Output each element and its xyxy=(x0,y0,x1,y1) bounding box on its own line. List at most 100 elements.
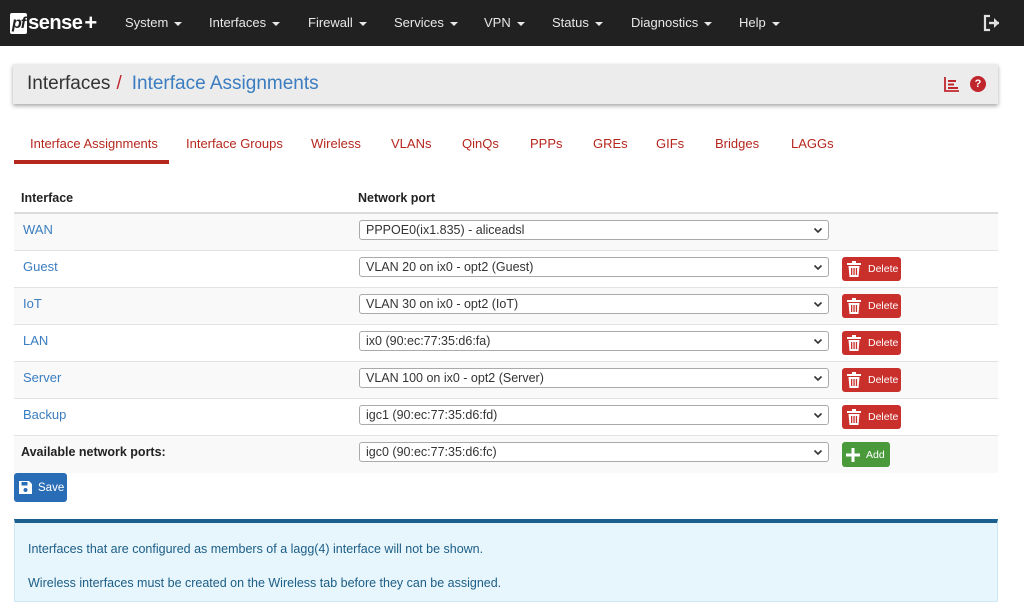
interface-link-lan[interactable]: LAN xyxy=(23,333,48,348)
delete-button-lan[interactable]: Delete xyxy=(842,331,901,355)
table-row-iot: IoT VLAN 30 on ix0 - opt2 (IoT) Delete xyxy=(14,288,998,325)
nav-services[interactable]: Services xyxy=(394,0,458,46)
logo-pf: pf xyxy=(10,12,28,34)
caret-down-icon xyxy=(594,21,603,26)
chevron-down-icon xyxy=(813,338,823,345)
network-port-select-server[interactable]: VLAN 100 on ix0 - opt2 (Server) xyxy=(359,368,829,388)
delete-button-guest[interactable]: Delete xyxy=(842,257,901,281)
trash-icon xyxy=(847,335,861,351)
column-header-network-port: Network port xyxy=(358,191,436,205)
nav-vpn[interactable]: VPN xyxy=(484,0,525,46)
nav-status-label: Status xyxy=(552,15,589,30)
chevron-down-icon xyxy=(813,375,823,382)
interface-link-wan[interactable]: WAN xyxy=(23,222,53,237)
caret-down-icon xyxy=(358,21,367,26)
add-button[interactable]: Add xyxy=(842,442,890,467)
delete-button-label: Delete xyxy=(868,337,899,349)
trash-icon xyxy=(847,298,861,314)
caret-down-icon xyxy=(174,21,183,26)
save-button[interactable]: Save xyxy=(14,473,67,502)
interface-link-guest[interactable]: Guest xyxy=(23,259,58,274)
network-port-select-guest[interactable]: VLAN 20 on ix0 - opt2 (Guest) xyxy=(359,257,829,277)
delete-button-label: Delete xyxy=(868,411,899,423)
caret-down-icon xyxy=(449,21,458,26)
info-line-lagg: Interfaces that are configured as member… xyxy=(28,542,484,556)
tab-qinqs[interactable]: QinQs xyxy=(462,136,499,151)
caret-down-icon xyxy=(771,21,780,26)
nav-firewall[interactable]: Firewall xyxy=(308,0,367,46)
breadcrumb-interfaces[interactable]: Interfaces xyxy=(27,73,110,95)
chevron-down-icon xyxy=(813,412,823,419)
caret-down-icon xyxy=(704,21,713,26)
selected-port-value: VLAN 20 on ix0 - opt2 (Guest) xyxy=(366,260,534,274)
active-tab-indicator xyxy=(14,160,169,164)
info-line-wireless: Wireless interfaces must be created on t… xyxy=(28,576,502,590)
floppy-disk-icon xyxy=(19,481,32,494)
caret-down-icon xyxy=(272,21,281,26)
nav-help[interactable]: Help xyxy=(739,0,780,46)
nav-interfaces[interactable]: Interfaces xyxy=(209,0,281,46)
plus-icon xyxy=(846,447,860,462)
network-port-select-lan[interactable]: ix0 (90:ec:77:35:d6:fa) xyxy=(359,331,829,351)
selected-port-value: ix0 (90:ec:77:35:d6:fa) xyxy=(366,334,491,348)
caret-down-icon xyxy=(516,21,525,26)
top-navbar: pf sense + System Interfaces Firewall Se… xyxy=(0,0,1024,46)
nav-diagnostics-label: Diagnostics xyxy=(631,15,699,30)
logo-sense: sense xyxy=(28,11,83,34)
available-port-select[interactable]: igc0 (90:ec:77:35:d6:fc) xyxy=(359,442,829,462)
chevron-down-icon xyxy=(813,301,823,308)
selected-port-value: igc1 (90:ec:77:35:d6:fd) xyxy=(366,408,498,422)
delete-button-server[interactable]: Delete xyxy=(842,368,901,392)
table-row-available-ports: Available network ports: igc0 (90:ec:77:… xyxy=(14,436,998,473)
network-port-select-wan[interactable]: PPPOE0(ix1.835) - aliceadsl xyxy=(359,220,829,240)
delete-button-backup[interactable]: Delete xyxy=(842,405,901,429)
network-port-select-backup[interactable]: igc1 (90:ec:77:35:d6:fd) xyxy=(359,405,829,425)
column-header-interface: Interface xyxy=(21,191,74,205)
header-icons: ? xyxy=(944,76,986,92)
table-row-lan: LAN ix0 (90:ec:77:35:d6:fa) Delete xyxy=(14,325,998,362)
chevron-down-icon xyxy=(813,264,823,271)
selected-port-value: PPPOE0(ix1.835) - aliceadsl xyxy=(366,223,525,237)
chevron-down-icon xyxy=(813,449,823,456)
delete-button-label: Delete xyxy=(868,263,899,275)
nav-interfaces-label: Interfaces xyxy=(209,15,267,30)
nav-services-label: Services xyxy=(394,15,444,30)
tab-interface-assignments[interactable]: Interface Assignments xyxy=(30,136,158,151)
nav-diagnostics[interactable]: Diagnostics xyxy=(631,0,713,46)
table-row-server: Server VLAN 100 on ix0 - opt2 (Server) D… xyxy=(14,362,998,399)
tab-gres[interactable]: GREs xyxy=(593,136,628,151)
interface-link-backup[interactable]: Backup xyxy=(23,407,66,422)
trash-icon xyxy=(847,409,861,425)
nav-vpn-label: VPN xyxy=(484,15,511,30)
delete-button-iot[interactable]: Delete xyxy=(842,294,901,318)
table-row-guest: Guest VLAN 20 on ix0 - opt2 (Guest) Dele… xyxy=(14,251,998,288)
nav-firewall-label: Firewall xyxy=(308,15,353,30)
selected-port-value: VLAN 100 on ix0 - opt2 (Server) xyxy=(366,371,544,385)
delete-button-label: Delete xyxy=(868,300,899,312)
status-chart-icon[interactable] xyxy=(944,76,960,92)
nav-system[interactable]: System xyxy=(125,0,183,46)
tab-interface-groups[interactable]: Interface Groups xyxy=(186,136,283,151)
selected-port-value: VLAN 30 on ix0 - opt2 (IoT) xyxy=(366,297,519,311)
tab-gifs[interactable]: GIFs xyxy=(656,136,684,151)
trash-icon xyxy=(847,261,861,277)
tab-ppps[interactable]: PPPs xyxy=(530,136,563,151)
nav-status[interactable]: Status xyxy=(552,0,603,46)
pfsense-logo[interactable]: pf sense + xyxy=(10,0,97,46)
interface-link-server[interactable]: Server xyxy=(23,370,61,385)
tab-bridges[interactable]: Bridges xyxy=(715,136,759,151)
selected-port-value: igc0 (90:ec:77:35:d6:fc) xyxy=(366,445,497,459)
tab-wireless[interactable]: Wireless xyxy=(311,136,361,151)
interface-link-iot[interactable]: IoT xyxy=(23,296,42,311)
page-header-panel: Interfaces / Interface Assignments ? xyxy=(13,64,998,104)
breadcrumb-interface-assignments[interactable]: Interface Assignments xyxy=(132,73,319,95)
tab-laggs[interactable]: LAGGs xyxy=(791,136,834,151)
info-box: Interfaces that are configured as member… xyxy=(14,519,998,602)
tab-vlans[interactable]: VLANs xyxy=(391,136,431,151)
logout-icon[interactable] xyxy=(982,13,1002,33)
trash-icon xyxy=(847,372,861,388)
help-icon[interactable]: ? xyxy=(970,76,986,92)
available-ports-label: Available network ports: xyxy=(21,445,166,459)
nav-system-label: System xyxy=(125,15,169,30)
network-port-select-iot[interactable]: VLAN 30 on ix0 - opt2 (IoT) xyxy=(359,294,829,314)
